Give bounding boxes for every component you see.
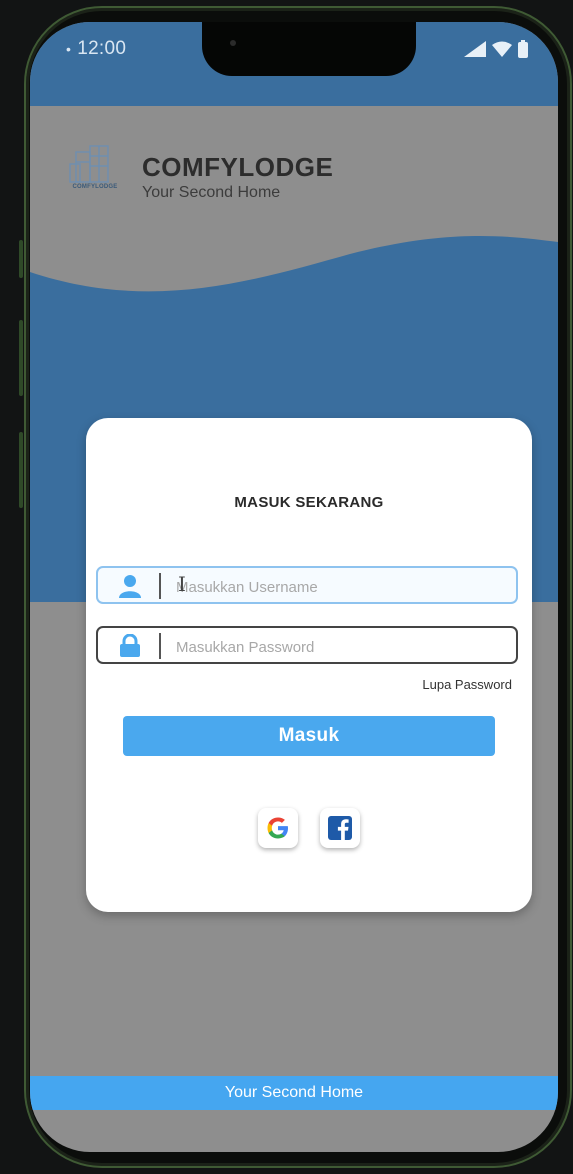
phone-side-button: [19, 240, 23, 278]
password-field[interactable]: [96, 626, 518, 664]
lock-icon: [118, 633, 142, 658]
camera-notch: [202, 22, 416, 76]
text-cursor-icon: I: [178, 572, 186, 596]
status-bar: • 12:00: [30, 22, 558, 106]
username-input[interactable]: [174, 572, 508, 602]
camera-icon: [230, 40, 236, 46]
login-title: MASUK SEKARANG: [234, 494, 384, 511]
app-screen: • 12:00 COMFYLODGE COMFYLODGE Your Secon…: [30, 22, 558, 1152]
user-icon: [118, 574, 142, 598]
brand-tagline: Your Second Home: [142, 184, 281, 201]
login-button[interactable]: Masuk: [123, 716, 495, 756]
comfylodge-logo-icon: COMFYLODGE: [64, 144, 126, 196]
logo-text: COMFYLODGE: [72, 184, 118, 190]
status-time: • 12:00: [66, 38, 127, 59]
input-divider: [159, 633, 161, 659]
footer-bar: Your Second Home: [30, 1076, 558, 1110]
forgot-password-link[interactable]: Lupa Password: [422, 677, 512, 692]
app-header: COMFYLODGE COMFYLODGE Your Second Home: [30, 106, 558, 201]
phone-side-button: [19, 320, 23, 396]
status-icons: [464, 40, 528, 58]
battery-icon: [518, 40, 528, 58]
password-input[interactable]: [174, 632, 508, 662]
wifi-icon: [492, 41, 512, 57]
input-divider: [159, 573, 161, 599]
login-card: MASUK SEKARANG I Lupa Password: [86, 418, 532, 912]
username-field[interactable]: I: [96, 566, 518, 604]
signal-icon: [464, 41, 486, 57]
facebook-login-button[interactable]: [320, 808, 360, 848]
google-icon: [267, 817, 288, 839]
facebook-icon: [328, 816, 352, 840]
brand-name: COMFYLODGE: [142, 152, 334, 182]
google-login-button[interactable]: [258, 808, 298, 848]
phone-side-button: [19, 432, 23, 508]
